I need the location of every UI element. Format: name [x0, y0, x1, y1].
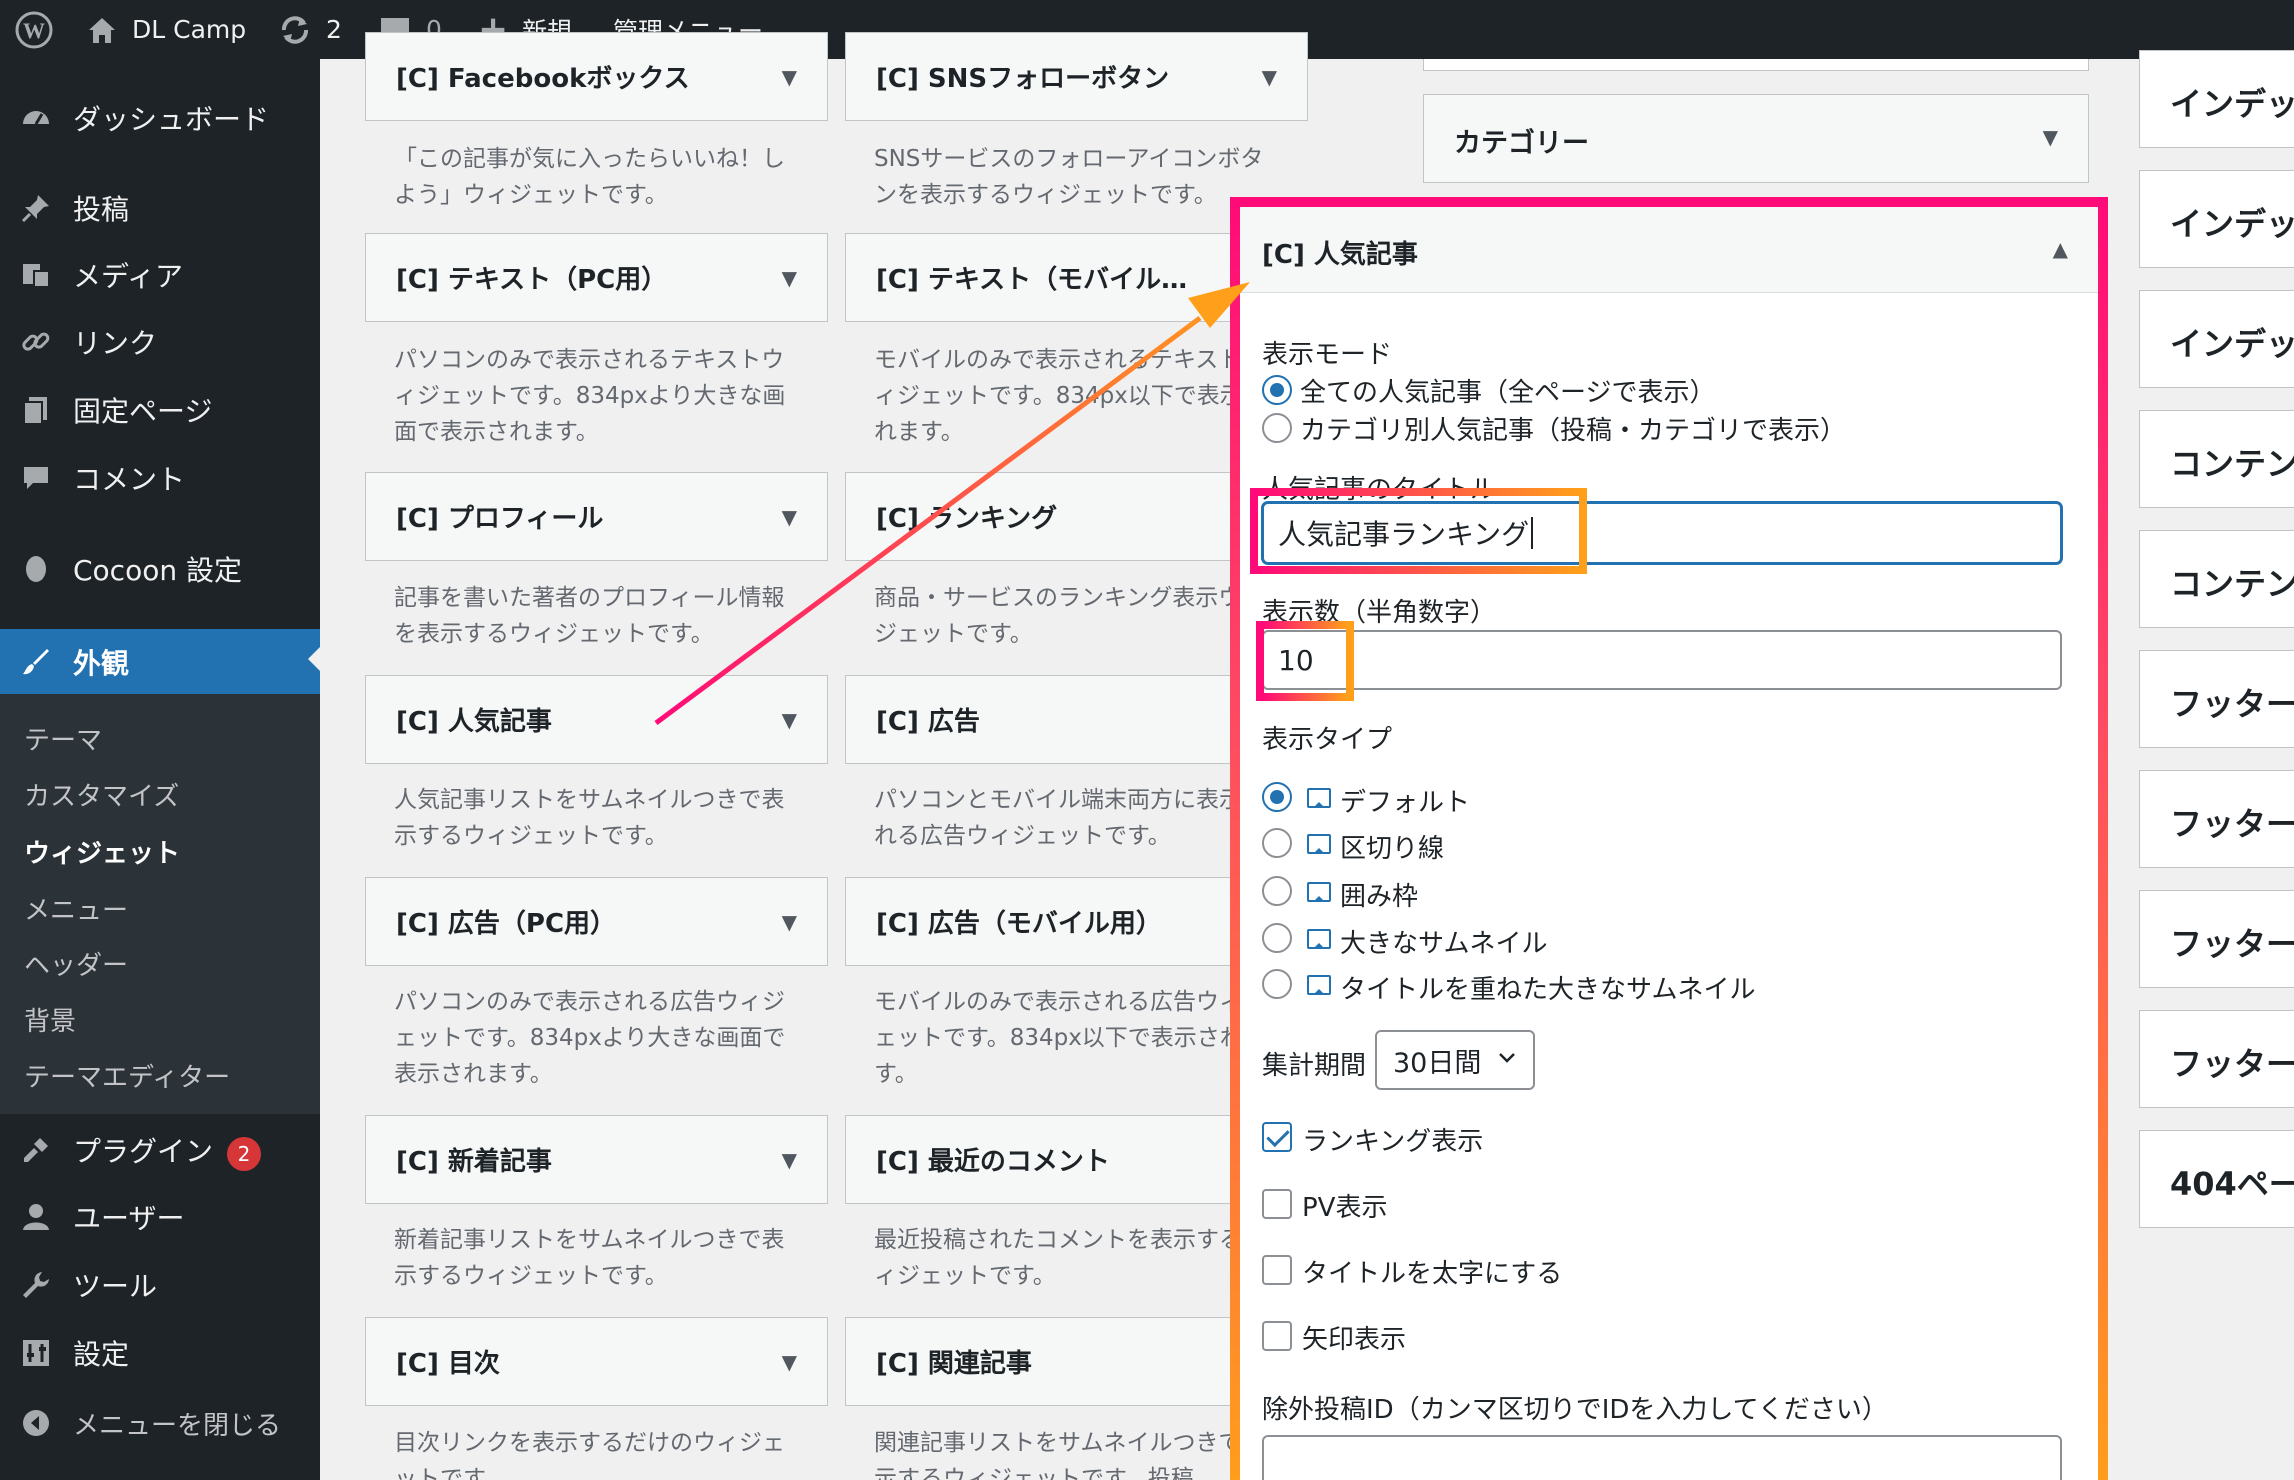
annotation-arrow	[654, 282, 1250, 726]
